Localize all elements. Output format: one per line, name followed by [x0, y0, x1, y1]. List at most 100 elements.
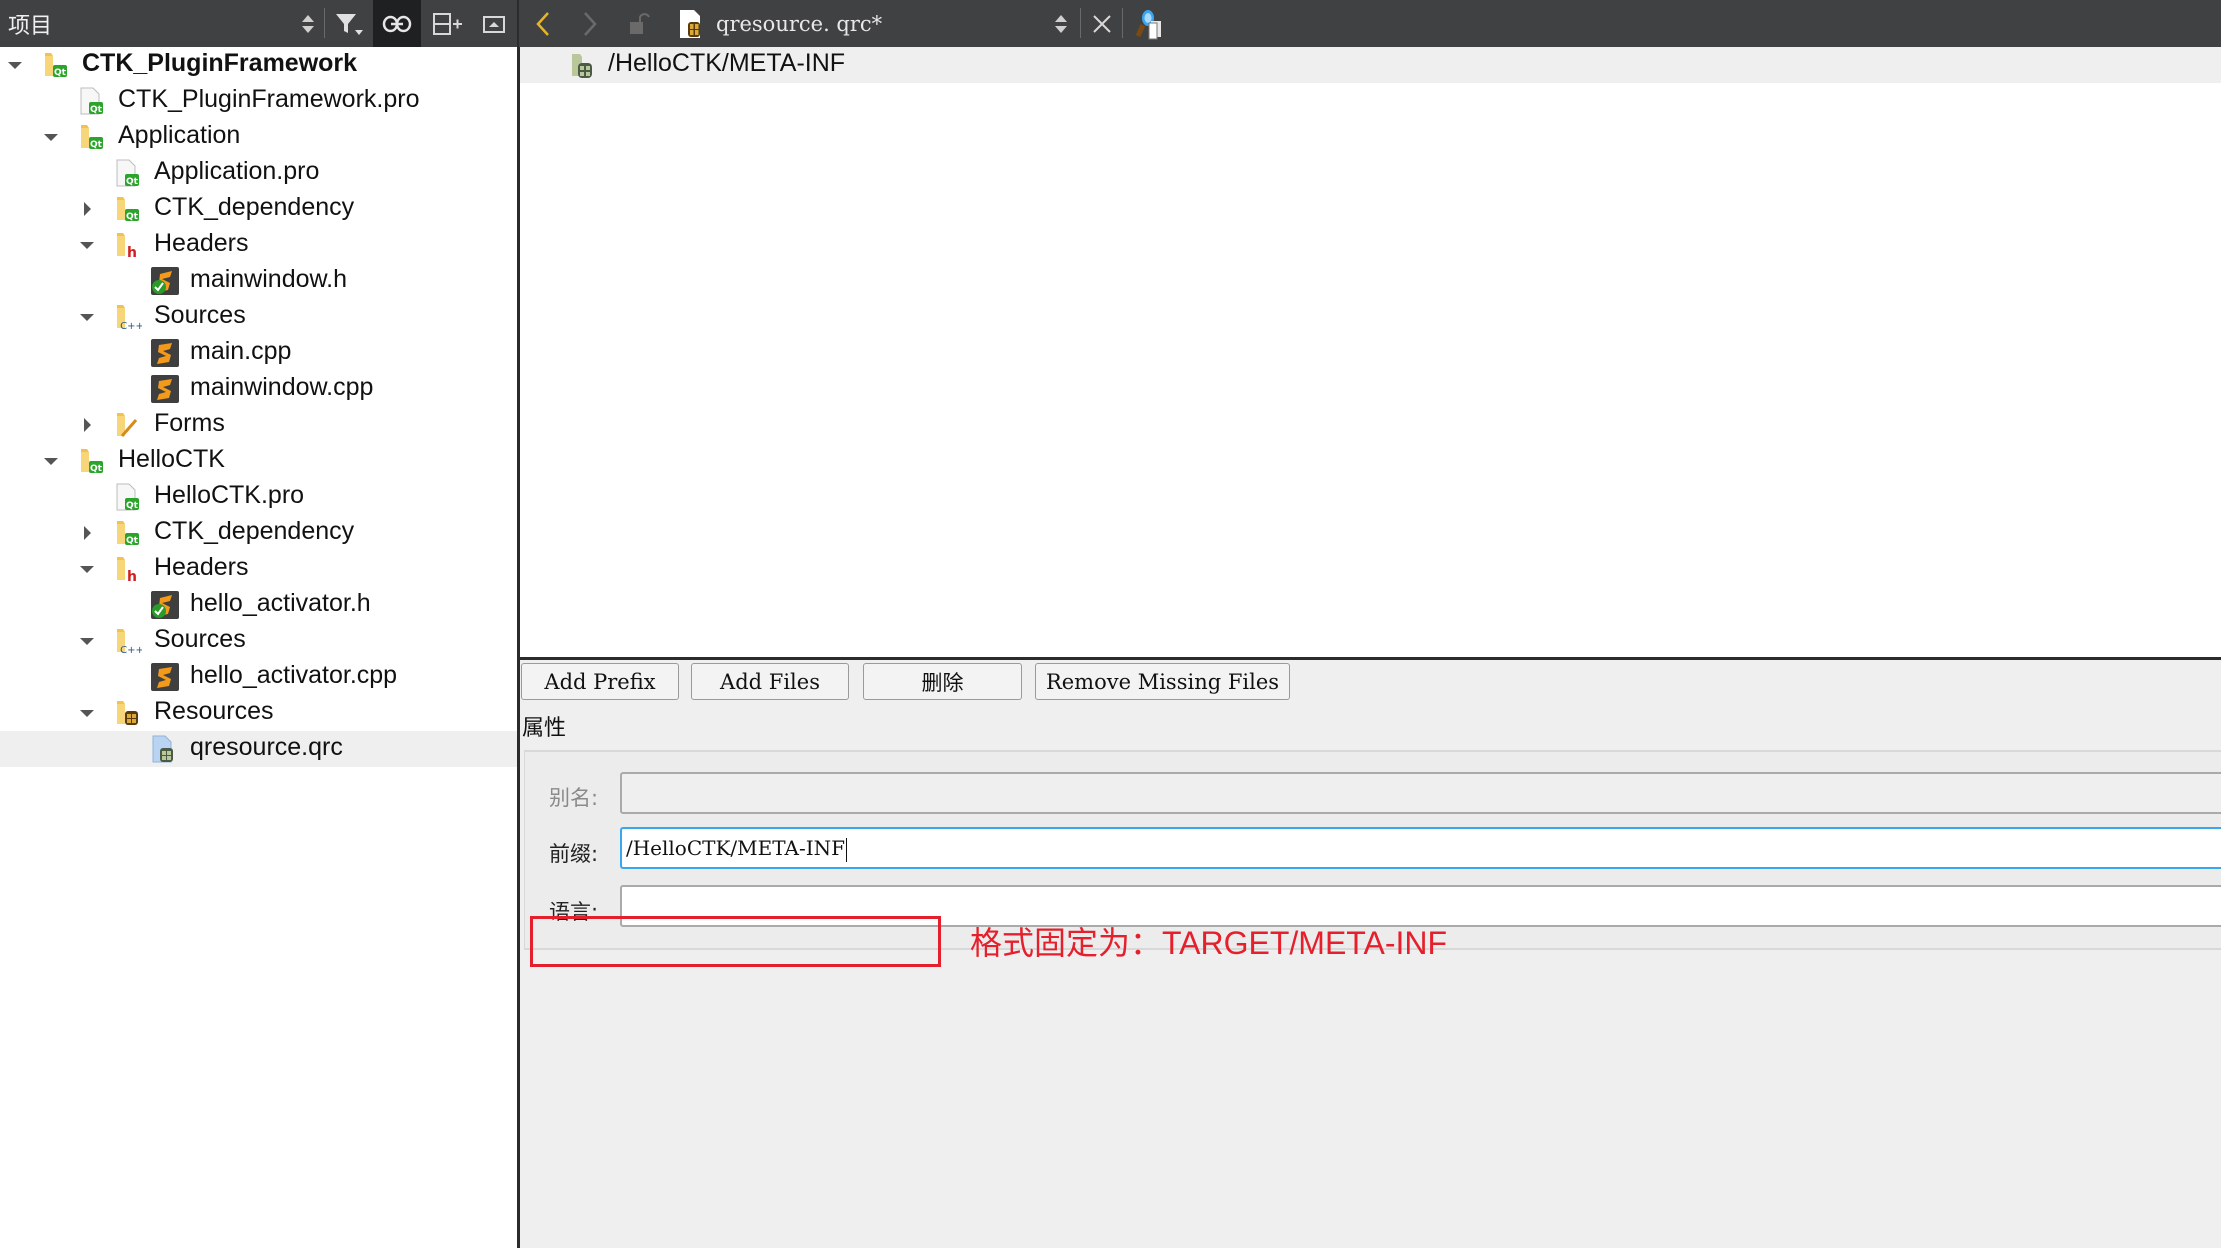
tree-item[interactable]: h Headers: [0, 227, 517, 263]
headers-folder-icon: h: [114, 230, 142, 261]
projects-panel-title: 项目: [8, 13, 53, 39]
tree-item[interactable]: Qt HelloCTK: [0, 443, 517, 479]
expand-arrow-right-icon[interactable]: [79, 201, 95, 217]
svg-text:h: h: [127, 569, 137, 584]
expand-arrow-down-icon[interactable]: [43, 129, 59, 145]
tree-item[interactable]: Qt Application.pro: [0, 155, 517, 191]
header-file-icon: [150, 590, 179, 620]
tree-item-label: Application: [118, 121, 241, 149]
open-document-selector[interactable]: qresource. qrc*: [716, 0, 882, 47]
tree-item[interactable]: C++ Sources: [0, 623, 517, 659]
expand-arrow-down-icon[interactable]: [7, 57, 23, 73]
prefix-input[interactable]: /HelloCTK/META-INF: [620, 827, 2221, 869]
panel-selector-button[interactable]: [295, 0, 321, 47]
sources-folder-icon: C++: [114, 626, 144, 656]
chevron-left-icon: [536, 11, 549, 36]
forward-button[interactable]: [575, 0, 605, 47]
qt-pro-file-icon: Qt: [114, 482, 142, 512]
headers-folder-icon: h: [114, 554, 142, 585]
expand-arrow-right-icon[interactable]: [79, 417, 95, 433]
expand-arrow-down-icon[interactable]: [79, 237, 95, 253]
expand-arrow-down-icon[interactable]: [79, 705, 95, 721]
tree-item[interactable]: qresource.qrc: [0, 731, 517, 767]
tree-item-label: Sources: [154, 625, 246, 653]
split-button[interactable]: [428, 0, 468, 47]
qt-project-folder-icon: Qt: [78, 122, 106, 152]
filter-button[interactable]: [330, 0, 368, 47]
svg-text:C++: C++: [120, 645, 142, 656]
expand-arrow-down-icon[interactable]: [79, 561, 95, 577]
properties-title: 属性: [522, 716, 567, 741]
svg-text:Qt: Qt: [90, 464, 103, 474]
text-caret: [845, 837, 847, 862]
tree-item-label: HelloCTK: [118, 445, 225, 473]
expand-arrow-down-icon[interactable]: [79, 309, 95, 325]
annotation-highlight-box: [530, 916, 941, 967]
tree-item[interactable]: Qt CTK_dependency: [0, 191, 517, 227]
split-add-icon: [433, 12, 462, 35]
project-tree: Qt CTK_PluginFramework Qt CTK_PluginFramewo…: [0, 47, 517, 1248]
remove-missing-files-button[interactable]: Remove Missing Files: [1035, 663, 1290, 700]
expand-arrow-right-icon[interactable]: [79, 525, 95, 541]
tree-item-label: qresource.qrc: [190, 733, 343, 761]
tree-item[interactable]: h Headers: [0, 551, 517, 587]
tree-item-label: mainwindow.cpp: [190, 373, 374, 401]
tree-item[interactable]: Resources: [0, 695, 517, 731]
expand-arrow-down-icon[interactable]: [79, 633, 95, 649]
up-down-arrows-icon: [302, 14, 314, 33]
svg-text:C++: C++: [120, 321, 142, 332]
tree-item[interactable]: Qt CTK_PluginFramework.pro: [0, 83, 517, 119]
tree-item[interactable]: hello_activator.h: [0, 587, 517, 623]
tree-item[interactable]: Forms: [0, 407, 517, 443]
svg-text:h: h: [127, 245, 137, 260]
cpp-file-icon: [150, 662, 179, 692]
prefix-tree-item[interactable]: /HelloCTK/META-INF: [520, 47, 2221, 83]
tree-item[interactable]: mainwindow.h: [0, 263, 517, 299]
locator-button[interactable]: [1130, 0, 1170, 47]
qt-creator-window: 项目 qresource. qrc* Qt CTK_PluginFramewor…: [0, 0, 2221, 1248]
back-button[interactable]: [528, 0, 558, 47]
qt-project-folder-icon: Qt: [114, 194, 142, 224]
close-document-button[interactable]: [1085, 0, 1119, 47]
tree-item[interactable]: Qt CTK_dependency: [0, 515, 517, 551]
tree-item[interactable]: main.cpp: [0, 335, 517, 371]
qrc-file-icon: [150, 734, 178, 764]
tree-item[interactable]: mainwindow.cpp: [0, 371, 517, 407]
tree-item[interactable]: Qt CTK_PluginFramework: [0, 47, 517, 83]
prefix-input-value: /HelloCTK/META-INF: [626, 836, 845, 860]
tree-item-label: CTK_PluginFramework: [82, 49, 358, 77]
forms-folder-icon: [114, 410, 142, 440]
annotation-text: 格式固定为：TARGET/META-INF: [970, 925, 1448, 961]
resource-prefix-icon: [570, 50, 598, 84]
cpp-file-icon: [150, 374, 179, 404]
expand-arrow-down-icon[interactable]: [43, 453, 59, 469]
add-files-button[interactable]: Add Files: [691, 663, 849, 700]
svg-text:Qt: Qt: [126, 501, 139, 511]
remove-button[interactable]: 删除: [863, 663, 1022, 700]
cpp-file-icon: [150, 338, 179, 368]
tree-item-label: Application.pro: [154, 157, 320, 185]
resource-file-icon: [680, 9, 700, 38]
resource-editor: /HelloCTK/META-INF: [520, 47, 2221, 659]
document-list-button[interactable]: [1050, 0, 1072, 47]
tree-item-label: CTK_dependency: [154, 517, 355, 545]
up-down-arrows-icon: [1055, 14, 1067, 33]
top-toolbar: 项目 qresource. qrc*: [0, 0, 2221, 47]
tree-item[interactable]: Qt Application: [0, 119, 517, 155]
tree-item[interactable]: hello_activator.cpp: [0, 659, 517, 695]
svg-text:Qt: Qt: [126, 212, 139, 222]
header-file-icon: [150, 266, 179, 296]
hide-panel-button[interactable]: [476, 0, 512, 47]
alias-input[interactable]: [620, 772, 2221, 814]
sync-with-editor-button[interactable]: [373, 0, 421, 47]
add-prefix-button[interactable]: Add Prefix: [521, 663, 679, 700]
qt-pro-file-icon: Qt: [78, 86, 106, 116]
svg-text:Qt: Qt: [90, 140, 103, 150]
file-lock-button[interactable]: [624, 0, 654, 47]
tree-item[interactable]: C++ Sources: [0, 299, 517, 335]
properties-group: 别名: 前缀: /HelloCTK/META-INF 语言: 格式固定为：TAR…: [524, 750, 2221, 967]
tree-item-label: hello_activator.cpp: [190, 661, 398, 689]
tree-item[interactable]: Qt HelloCTK.pro: [0, 479, 517, 515]
hide-panel-icon: [483, 15, 505, 33]
qt-project-folder-icon: Qt: [114, 518, 142, 548]
